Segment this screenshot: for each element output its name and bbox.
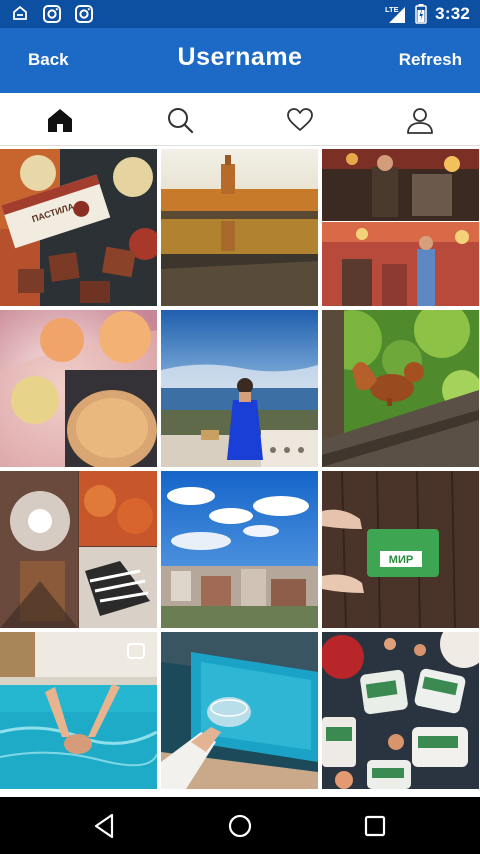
- tab-bar: [0, 93, 480, 146]
- refresh-button[interactable]: Refresh: [399, 50, 462, 70]
- signal-icon: LTE: [385, 5, 406, 23]
- photo-tile-11[interactable]: [161, 632, 318, 789]
- tab-activity[interactable]: [240, 93, 360, 146]
- photo-tile-5[interactable]: [161, 310, 318, 467]
- photo-tile-10[interactable]: [0, 632, 157, 789]
- heart-icon: [287, 107, 313, 131]
- tab-profile[interactable]: [360, 93, 480, 146]
- svg-text:LTE: LTE: [385, 5, 399, 14]
- photo-tile-8[interactable]: [161, 471, 318, 628]
- status-bar-system: LTE 3:32: [385, 3, 470, 25]
- back-button[interactable]: Back: [28, 50, 69, 70]
- photo-tile-3[interactable]: [322, 149, 479, 306]
- photo-tile-6[interactable]: [322, 310, 479, 467]
- status-bar: LTE 3:32: [0, 0, 480, 28]
- photo-apples-pie: [0, 310, 157, 467]
- photo-food-containers: [322, 632, 479, 789]
- photo-concert-collage: [322, 149, 479, 306]
- instagram-icon: [75, 5, 93, 23]
- photo-tile-9[interactable]: МИР: [322, 471, 479, 628]
- tab-search[interactable]: [120, 93, 240, 146]
- instagram-icon: [43, 5, 61, 23]
- photo-city-skyline: [161, 471, 318, 628]
- photo-autumn-collage: [0, 471, 157, 628]
- back-nav-icon[interactable]: [90, 811, 120, 841]
- photo-grid: ПАСТИЛА МИР: [0, 149, 480, 794]
- home-icon: [48, 108, 72, 132]
- photo-woman-blue-dress: [161, 310, 318, 467]
- photo-tile-4[interactable]: [0, 310, 157, 467]
- photo-lake-reflection: [161, 149, 318, 306]
- photo-squirrel: [322, 310, 479, 467]
- app-bar: Back Username Refresh: [0, 28, 480, 93]
- tab-home[interactable]: [0, 93, 120, 146]
- photo-tile-1[interactable]: ПАСТИЛА: [0, 149, 157, 306]
- photo-hand-green-card: МИР: [322, 471, 479, 628]
- photo-glass-by-pool: [161, 632, 318, 789]
- photo-swimmer-pool: [0, 632, 157, 789]
- photo-tile-2[interactable]: [161, 149, 318, 306]
- photo-tile-12[interactable]: [322, 632, 479, 789]
- system-nav-bar: [0, 797, 480, 854]
- search-icon: [168, 107, 194, 133]
- photo-tile-7[interactable]: [0, 471, 157, 628]
- home-nav-icon[interactable]: [225, 811, 255, 841]
- notification-icon: [13, 5, 27, 20]
- status-time: 3:32: [435, 4, 470, 23]
- profile-icon: [407, 107, 433, 134]
- recents-nav-icon[interactable]: [360, 811, 390, 841]
- card-logo-text: МИР: [389, 554, 413, 566]
- photo-chocolate-bar: ПАСТИЛА: [0, 149, 157, 306]
- status-bar-notifications: [10, 4, 94, 24]
- battery-icon: [415, 4, 427, 24]
